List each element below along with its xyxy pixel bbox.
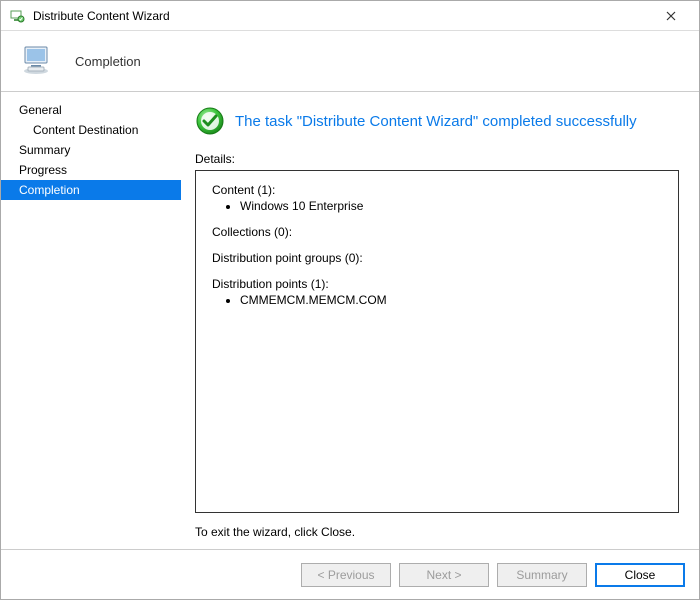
step-title: Completion bbox=[75, 54, 141, 69]
group-content-title: Content (1): bbox=[212, 183, 662, 197]
group-content-list: Windows 10 Enterprise bbox=[212, 199, 662, 213]
sidebar: General Content Destination Summary Prog… bbox=[1, 92, 181, 549]
sidebar-item-summary[interactable]: Summary bbox=[1, 140, 181, 160]
close-icon[interactable] bbox=[651, 2, 691, 30]
main-panel: The task "Distribute Content Wizard" com… bbox=[181, 92, 699, 549]
wizard-window: Distribute Content Wizard Completion Gen… bbox=[0, 0, 700, 600]
group-dp-title: Distribution points (1): bbox=[212, 277, 662, 291]
footer: < Previous Next > Summary Close bbox=[1, 549, 699, 599]
next-button: Next > bbox=[399, 563, 489, 587]
list-item: Windows 10 Enterprise bbox=[240, 199, 662, 213]
computer-icon bbox=[19, 41, 59, 81]
group-dpgroups-title: Distribution point groups (0): bbox=[212, 251, 662, 265]
wizard-header: Completion bbox=[1, 31, 699, 91]
app-icon bbox=[9, 8, 25, 24]
summary-button: Summary bbox=[497, 563, 587, 587]
close-button[interactable]: Close bbox=[595, 563, 685, 587]
previous-button: < Previous bbox=[301, 563, 391, 587]
details-label: Details: bbox=[195, 152, 679, 166]
list-item: CMMEMCM.MEMCM.COM bbox=[240, 293, 662, 307]
details-box: Content (1): Windows 10 Enterprise Colle… bbox=[195, 170, 679, 513]
sidebar-item-progress[interactable]: Progress bbox=[1, 160, 181, 180]
exit-note: To exit the wizard, click Close. bbox=[195, 525, 679, 539]
wizard-body: General Content Destination Summary Prog… bbox=[1, 92, 699, 549]
group-collections-title: Collections (0): bbox=[212, 225, 662, 239]
window-title: Distribute Content Wizard bbox=[33, 9, 651, 23]
group-dp-list: CMMEMCM.MEMCM.COM bbox=[212, 293, 662, 307]
sidebar-item-completion[interactable]: Completion bbox=[1, 180, 181, 200]
titlebar: Distribute Content Wizard bbox=[1, 1, 699, 31]
success-icon bbox=[195, 106, 225, 136]
sidebar-item-general[interactable]: General bbox=[1, 100, 181, 120]
status-message: The task "Distribute Content Wizard" com… bbox=[235, 113, 637, 130]
status-row: The task "Distribute Content Wizard" com… bbox=[195, 106, 679, 136]
sidebar-item-content-destination[interactable]: Content Destination bbox=[1, 120, 181, 140]
